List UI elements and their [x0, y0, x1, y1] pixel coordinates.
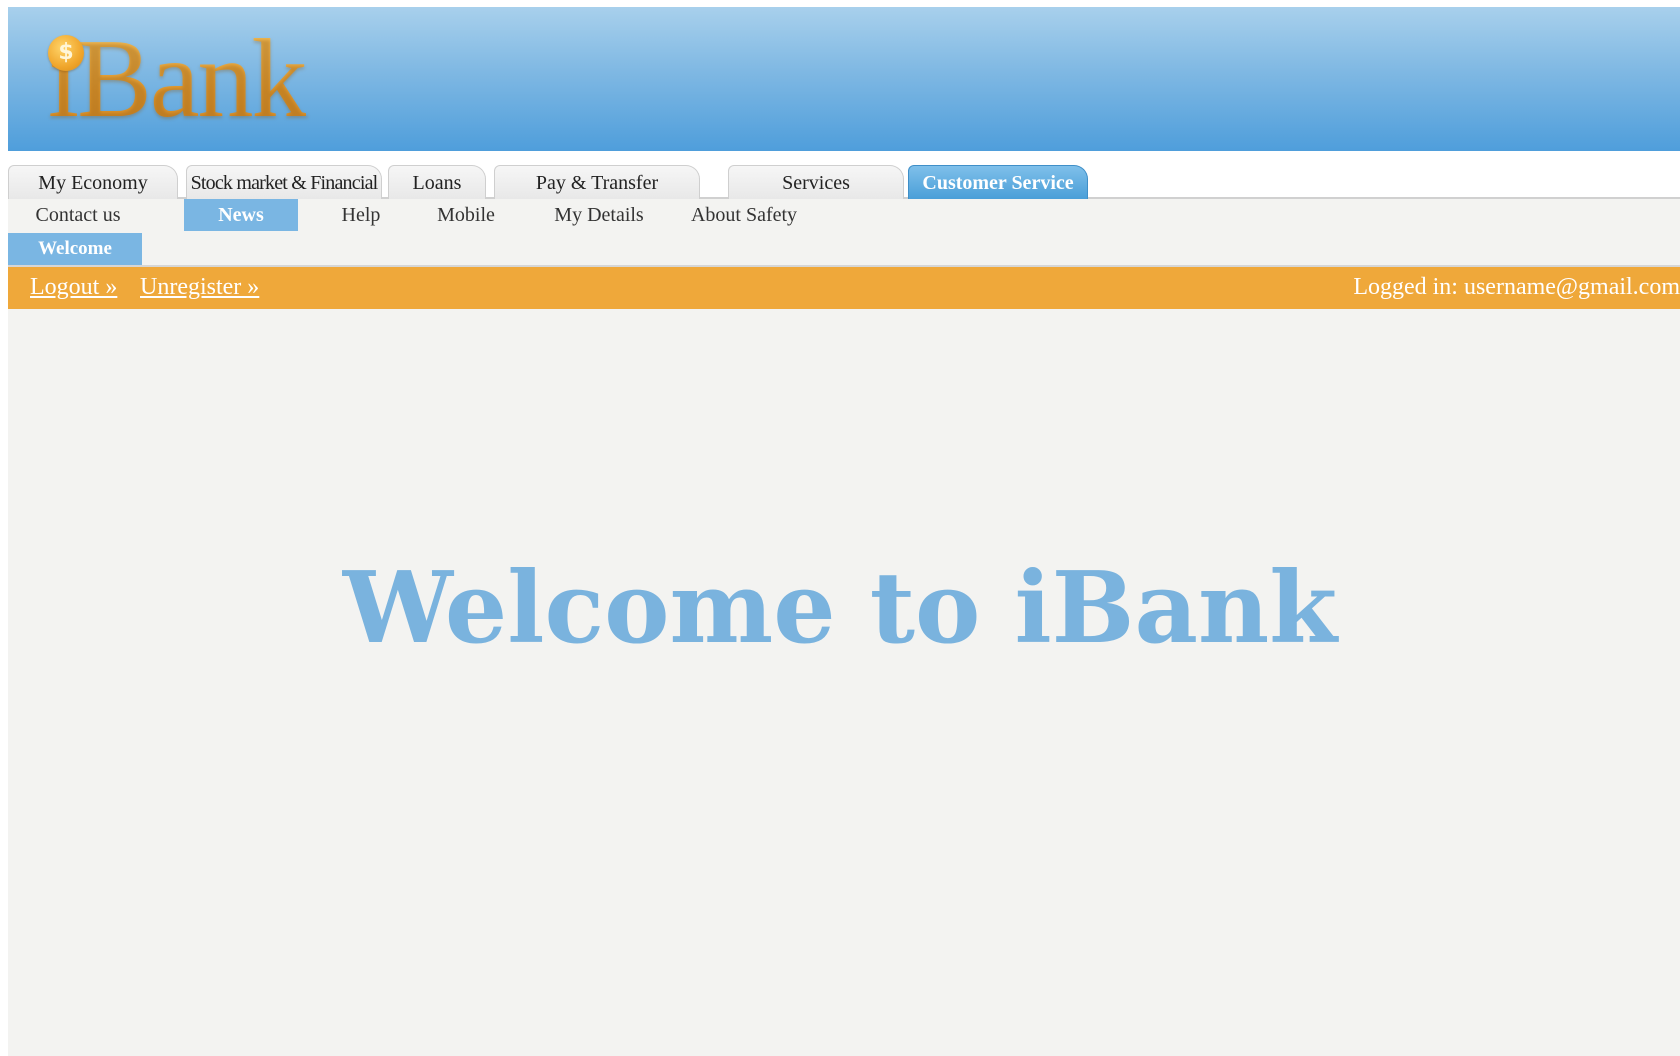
- tab-stock-market-financial[interactable]: Stock market & Financial: [186, 165, 382, 199]
- subnav-help[interactable]: Help: [330, 199, 392, 231]
- subnav-mobile[interactable]: Mobile: [428, 199, 504, 231]
- site-header: iBank $: [8, 7, 1680, 151]
- tab-services[interactable]: Services: [728, 165, 904, 199]
- coin-icon: $: [48, 35, 84, 71]
- page-title: Welcome to iBank: [342, 551, 1338, 666]
- ibank-logo[interactable]: iBank $: [38, 17, 358, 137]
- subnav-news[interactable]: News: [184, 199, 298, 231]
- page-frame: iBank $ My Economy Stock market & Financ…: [8, 7, 1680, 1056]
- tab-pay-transfer[interactable]: Pay & Transfer: [494, 165, 700, 199]
- logged-in-status: Logged in: username@gmail.com: [1353, 274, 1680, 300]
- unregister-link[interactable]: Unregister »: [140, 267, 259, 309]
- sub-navigation: Contact us News Help Mobile My Details A…: [8, 199, 1680, 233]
- main-content: Welcome to iBank: [8, 309, 1680, 1056]
- main-tabs: My Economy Stock market & Financial Loan…: [8, 151, 1680, 199]
- logo-text: iBank: [48, 17, 308, 141]
- subnav-my-details[interactable]: My Details: [544, 199, 654, 231]
- account-bar: Logout » Unregister » Logged in: usernam…: [8, 267, 1680, 309]
- tab-my-economy[interactable]: My Economy: [8, 165, 178, 199]
- breadcrumb: Welcome: [8, 233, 1680, 267]
- logout-link[interactable]: Logout »: [30, 267, 117, 309]
- tab-customer-service[interactable]: Customer Service: [908, 165, 1088, 199]
- breadcrumb-welcome[interactable]: Welcome: [8, 233, 142, 265]
- subnav-contact-us[interactable]: Contact us: [18, 199, 138, 231]
- subnav-about-safety[interactable]: About Safety: [684, 199, 804, 231]
- tab-loans[interactable]: Loans: [388, 165, 486, 199]
